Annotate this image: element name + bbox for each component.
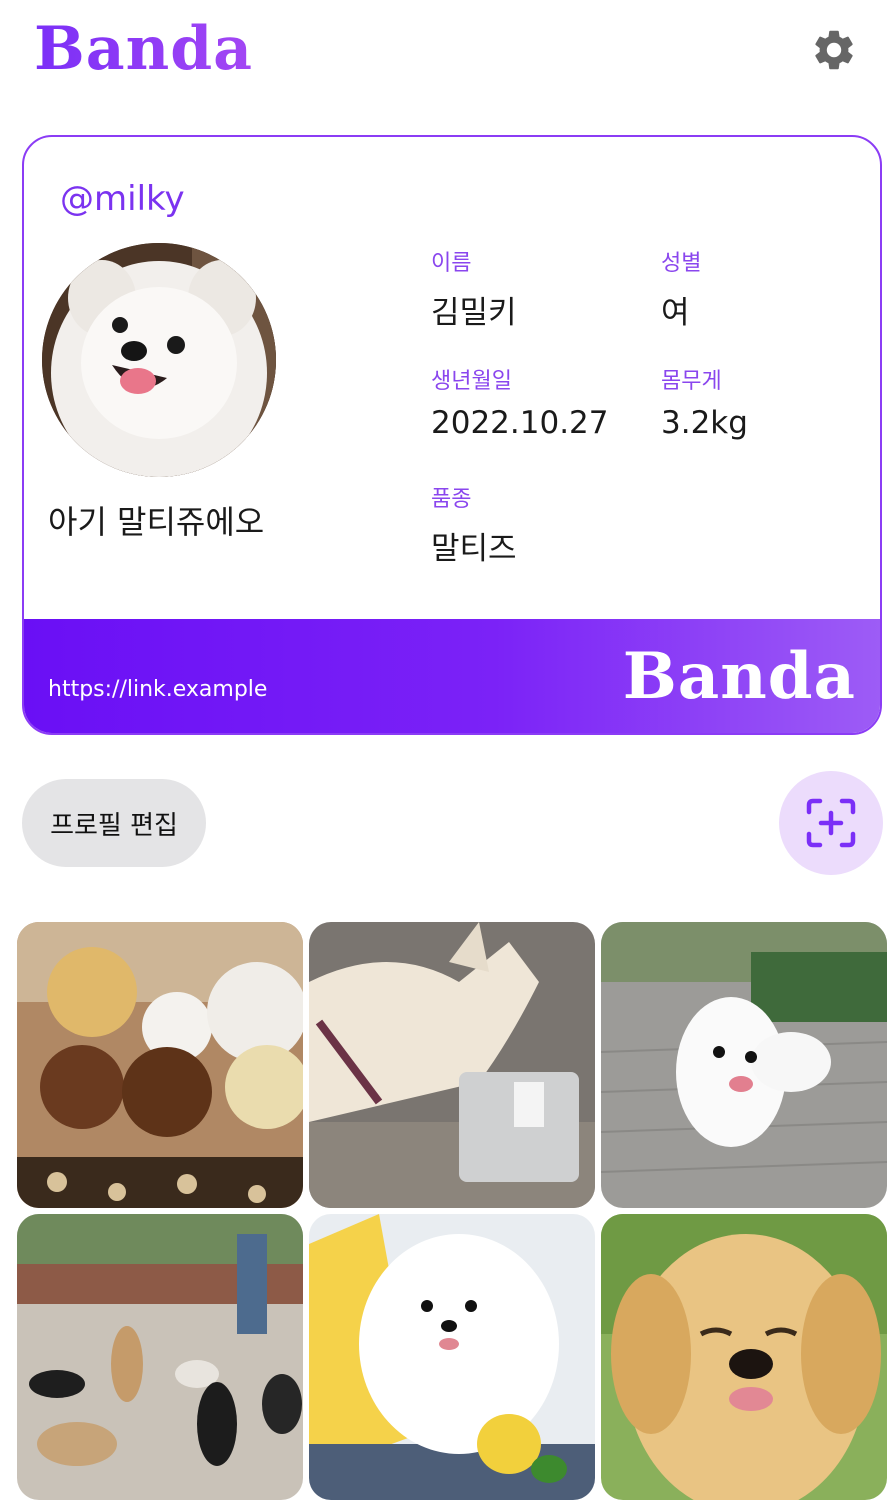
card-footer: https://link.example Banda	[24, 619, 880, 733]
footer-brand-logo: Banda	[622, 639, 856, 714]
breed-value: 말티즈	[431, 531, 517, 567]
gallery-photo-golden-puppy[interactable]	[601, 1214, 887, 1500]
name-value: 김밀키	[431, 295, 517, 331]
gallery-photo-running-puppy[interactable]	[601, 922, 887, 1208]
app-title: Banda	[34, 14, 254, 84]
gallery-photo-dogs-yard[interactable]	[17, 1214, 303, 1500]
gallery-photo-stuffed-toys[interactable]	[17, 922, 303, 1208]
gallery-photo-white-spitz[interactable]	[309, 1214, 595, 1500]
profile-card: @milky 아기 말티쥬에오 이름 김밀키 성별 여 생년월일 2022.10…	[22, 135, 882, 735]
profile-link[interactable]: https://link.example	[48, 677, 267, 702]
scan-add-icon	[806, 798, 856, 848]
profile-handle: @milky	[60, 179, 185, 219]
weight-value: 3.2kg	[661, 405, 748, 441]
settings-button[interactable]	[806, 22, 862, 78]
gear-icon	[815, 30, 853, 70]
scan-add-button[interactable]	[779, 771, 883, 875]
gender-label: 성별	[661, 251, 702, 276]
breed-label: 품종	[431, 487, 472, 512]
name-label: 이름	[431, 251, 472, 276]
avatar	[42, 243, 276, 477]
gallery-photo-dog-sniffing[interactable]	[309, 922, 595, 1208]
edit-profile-button[interactable]: 프로필 편집	[22, 779, 206, 867]
weight-label: 몸무게	[661, 369, 722, 394]
gender-value: 여	[661, 295, 690, 331]
profile-bio: 아기 말티쥬에오	[48, 503, 265, 541]
birth-label: 생년월일	[431, 369, 512, 394]
birth-value: 2022.10.27	[431, 405, 609, 441]
